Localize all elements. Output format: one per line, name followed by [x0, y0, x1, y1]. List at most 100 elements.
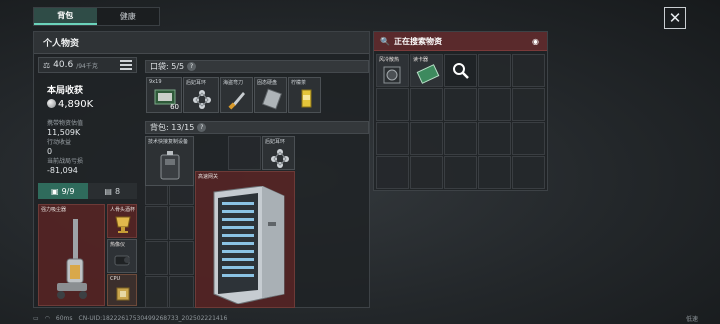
server-icon — [213, 186, 285, 304]
equip-slot-label: 热像仪 — [110, 242, 126, 248]
grid-cell[interactable] — [376, 88, 409, 121]
grid-cell[interactable] — [512, 156, 545, 189]
grid-cell[interactable] — [410, 122, 443, 155]
grid-cell[interactable] — [376, 122, 409, 155]
carry-label: 携带物资估值 — [47, 120, 84, 127]
grid-cell[interactable] — [169, 206, 194, 240]
backpack-item-gateway[interactable]: 高速网关 — [195, 171, 295, 308]
search-item-card-reader[interactable]: 读卡器 — [410, 54, 443, 87]
carry-value: 11,509K — [47, 127, 81, 137]
grid-cell[interactable] — [169, 241, 194, 275]
cup-icon — [115, 216, 131, 233]
pocket-item-knife[interactable]: 海盗弯刀 — [220, 77, 253, 113]
pocket-item-earring[interactable]: 后妃耳环 — [183, 77, 219, 113]
equip-slot-thermal[interactable]: 热像仪 — [107, 239, 137, 273]
grid-cell[interactable] — [228, 136, 261, 170]
tab-backpack[interactable]: 背包 — [34, 8, 97, 25]
backpack-header: 背包: 13/15 ? — [145, 121, 369, 134]
pocket-item-ammo[interactable]: 9x19 60 — [146, 77, 182, 113]
weight-icon: ⚖ — [43, 60, 51, 70]
current-label: 当前战局亏损 — [47, 158, 84, 166]
pocket-label: 口袋: 5/5 — [150, 62, 185, 71]
pocket-item-ssd[interactable]: 固态硬盘 — [254, 77, 287, 113]
personal-panel: 个人物资 ⚖ 40.6 /94千克 本局收获 4,890K 携带物资估值 11,… — [33, 31, 370, 308]
equip-slot-label: CPU — [110, 276, 121, 282]
search-panel: 🔍 正在搜索物资 ◉ 风冷散热 读卡器 — [373, 31, 548, 191]
ammo-count: 60 — [170, 103, 179, 111]
search-item-searching[interactable] — [444, 54, 477, 87]
card-reader-icon — [416, 64, 440, 84]
backpack-icon: ▣ — [51, 186, 59, 196]
close-button[interactable]: ✕ — [664, 7, 686, 29]
help-icon[interactable]: ? — [197, 123, 207, 132]
item-label: 固态硬盘 — [257, 80, 278, 86]
backpack-label: 背包: 13/15 — [150, 123, 195, 132]
cooler-icon — [383, 66, 401, 84]
grid-cell[interactable] — [478, 156, 511, 189]
backpack-item-device[interactable]: 技术快接复制设备 — [145, 136, 194, 186]
tab-health[interactable]: 健康 — [97, 8, 160, 25]
coin-icon — [47, 99, 56, 108]
search-panel-header: 🔍 正在搜索物资 ◉ — [374, 32, 547, 51]
search-item-cooler[interactable]: 风冷散热 — [376, 54, 409, 87]
close-icon: ✕ — [668, 8, 682, 27]
item-label: 后妃耳环 — [265, 139, 286, 145]
grid-cell[interactable] — [444, 122, 477, 155]
thermal-camera-icon — [114, 255, 130, 266]
grid-cell[interactable] — [478, 122, 511, 155]
location-pin-icon[interactable]: ◉ — [532, 37, 539, 46]
income-stats: 携带物资估值 11,509K 行动收益 0 当前战局亏损 -81,094 — [47, 120, 84, 176]
equip-slot-cpu[interactable]: CPU — [107, 274, 137, 306]
grid-cell[interactable] — [145, 241, 168, 275]
equip-slot-cup[interactable]: 人骨头酒杯 — [107, 204, 137, 238]
grid-cell[interactable] — [512, 88, 545, 121]
item-label: 后妃耳环 — [186, 80, 207, 86]
grid-cell[interactable] — [169, 276, 194, 308]
action-value: 0 — [47, 146, 53, 156]
earring-icon — [271, 149, 289, 168]
help-icon[interactable]: ? — [187, 62, 197, 71]
weight-value: 40.6 — [53, 60, 74, 70]
current-value: -81,094 — [47, 166, 78, 176]
knife-icon — [228, 92, 245, 110]
grid-cell[interactable] — [410, 156, 443, 189]
equip-slot-label: 强力吸尘器 — [41, 207, 67, 213]
speed-text: 低速 — [685, 316, 698, 323]
item-label: 风冷散热 — [379, 57, 400, 63]
grid-cell[interactable] — [512, 54, 545, 87]
pocket-header: 口袋: 5/5 ? — [145, 60, 369, 73]
grid-cell[interactable] — [376, 156, 409, 189]
device-icon — [160, 151, 180, 180]
weight-max: /94千克 — [76, 62, 98, 70]
item-label: 读卡器 — [413, 57, 429, 63]
uid-text: CN-UID:18222617530499268733_202502221416 — [78, 315, 228, 322]
magnifier-icon — [453, 63, 469, 79]
case-icon: ▤ — [104, 186, 112, 196]
grid-cell[interactable] — [444, 88, 477, 121]
pocket-item-tea[interactable]: 柠檬茶 — [288, 77, 321, 113]
grid-cell[interactable] — [410, 88, 443, 121]
grid-cell[interactable] — [145, 276, 168, 308]
grid-cell[interactable] — [444, 156, 477, 189]
other-tab[interactable]: ▤ 8 — [87, 183, 137, 199]
item-label: 柠檬茶 — [291, 80, 307, 86]
grid-cell[interactable] — [512, 122, 545, 155]
grid-cell[interactable] — [478, 54, 511, 87]
round-income: 本局收获 4,890K — [47, 83, 93, 110]
action-label: 行动收益 — [47, 139, 72, 147]
item-label: 高速网关 — [198, 174, 219, 180]
wifi-icon: ◠ — [44, 315, 50, 322]
list-toggle-button[interactable] — [120, 60, 132, 70]
item-label: 海盗弯刀 — [223, 80, 244, 86]
backpack-item-earring[interactable]: 后妃耳环 — [262, 136, 295, 170]
ping-value: 60ms — [55, 315, 73, 322]
round-income-title: 本局收获 — [47, 86, 84, 96]
tea-icon — [301, 89, 312, 108]
equip-tab[interactable]: ▣ 9/9 — [38, 183, 88, 199]
equip-slot-vacuum[interactable]: 强力吸尘器 — [38, 204, 105, 306]
search-icon: 🔍 — [380, 36, 390, 46]
status-bar: ▭ ◠ 60ms CN-UID:18222617530499268733_202… — [33, 313, 720, 324]
grid-cell[interactable] — [478, 88, 511, 121]
grid-cell[interactable] — [145, 206, 168, 240]
ssd-icon — [262, 88, 282, 110]
